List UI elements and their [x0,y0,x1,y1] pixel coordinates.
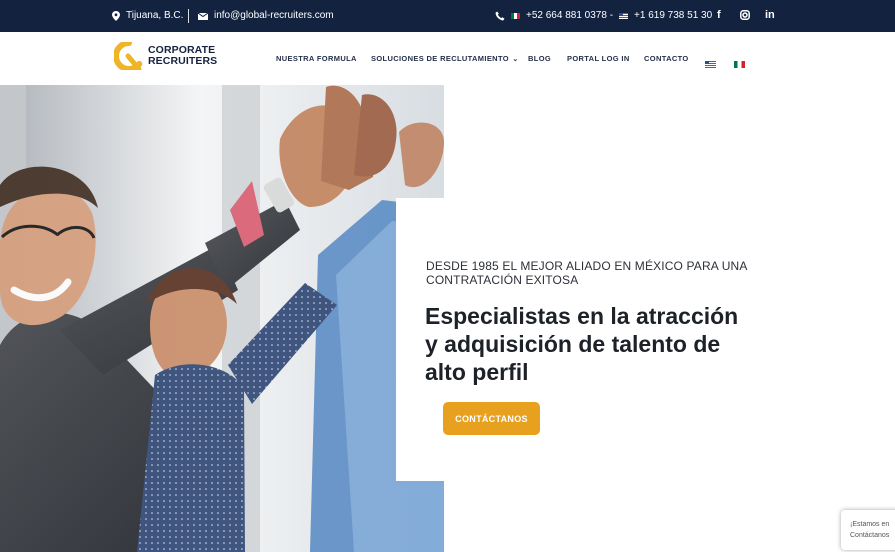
topbar-divider [188,9,189,23]
corporate-recruiters-logo[interactable]: CORPORATE RECRUITERS [114,42,217,70]
chat-widget[interactable]: ¡Estamos en Contáctanos [841,510,895,550]
hero-headline: Especialistas en la atracción y adquisic… [425,303,739,385]
linkedin-icon[interactable]: in [765,9,775,21]
cr-logo-icon [114,42,143,70]
logo-line-recruiters: RECRUITERS [148,55,218,67]
phone-us-text: +1 619 738 51 30 [634,10,713,21]
english-flag-icon[interactable] [705,55,716,73]
usa-flag-icon [619,12,629,19]
chevron-down-icon: ⌄ [512,56,519,63]
hero-photo [0,85,444,552]
nav-portal-log-in[interactable]: PORTAL LOG IN [567,54,630,63]
envelope-icon [198,12,208,20]
chat-line-1: ¡Estamos en [850,521,890,528]
location-text: Tijuana, B.C. [126,10,184,21]
nav-contacto[interactable]: CONTACTO [644,54,689,63]
main-navigation: CORPORATE RECRUITERS NUESTRA FORMULA SOL… [0,32,895,85]
team-high-five-photo [0,85,444,552]
hero-kicker: DESDE 1985 EL MEJOR ALIADO EN MÉXICO PAR… [426,259,747,287]
nav-blog[interactable]: BLOG [528,54,551,63]
nav-soluciones-de-reclutamiento[interactable]: SOLUCIONES DE RECLUTAMIENTO ⌄ [371,54,519,63]
nav-soluciones-label: SOLUCIONES DE RECLUTAMIENTO [371,54,509,63]
mexico-language-flag-icon[interactable] [734,55,745,73]
mexico-flag-icon [511,12,520,19]
top-contact-bar: Tijuana, B.C. info@global-recruiters.com… [0,0,895,32]
email-link[interactable]: info@global-recruiters.com [198,10,334,21]
instagram-icon[interactable] [740,10,750,20]
phone-icon [495,11,505,20]
nav-nuestra-formula[interactable]: NUESTRA FORMULA [276,54,357,63]
facebook-icon[interactable]: f [717,9,721,21]
phone-mx-text: +52 664 881 0378 - [526,10,614,21]
location-pin-icon [112,10,120,21]
hero-content-panel: DESDE 1985 EL MEJOR ALIADO EN MÉXICO PAR… [396,198,895,481]
location-item: Tijuana, B.C. [112,10,183,21]
phone-link[interactable]: +52 664 881 0378 - +1 619 738 51 30 [495,10,712,21]
chat-line-2: Contáctanos [850,532,890,539]
email-text: info@global-recruiters.com [214,10,334,21]
contact-us-button[interactable]: CONTÁCTANOS [443,402,540,435]
